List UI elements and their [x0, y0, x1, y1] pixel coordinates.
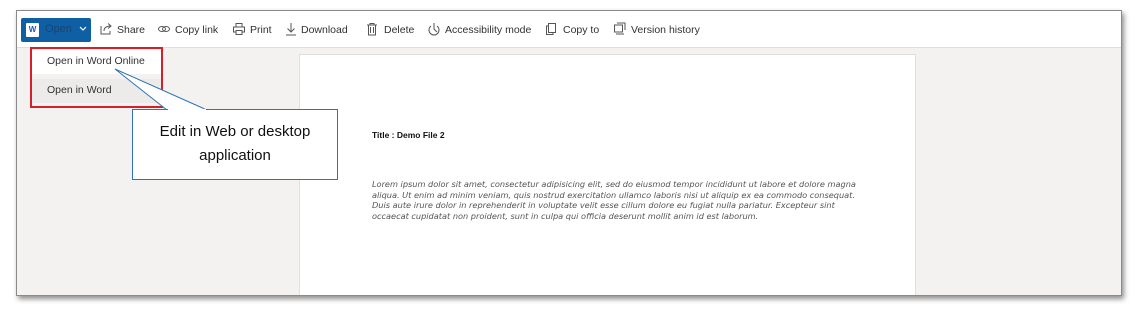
callout-pointer-mask [168, 108, 206, 111]
app-window: W Open Share Copy link Print Download De… [16, 10, 1122, 296]
